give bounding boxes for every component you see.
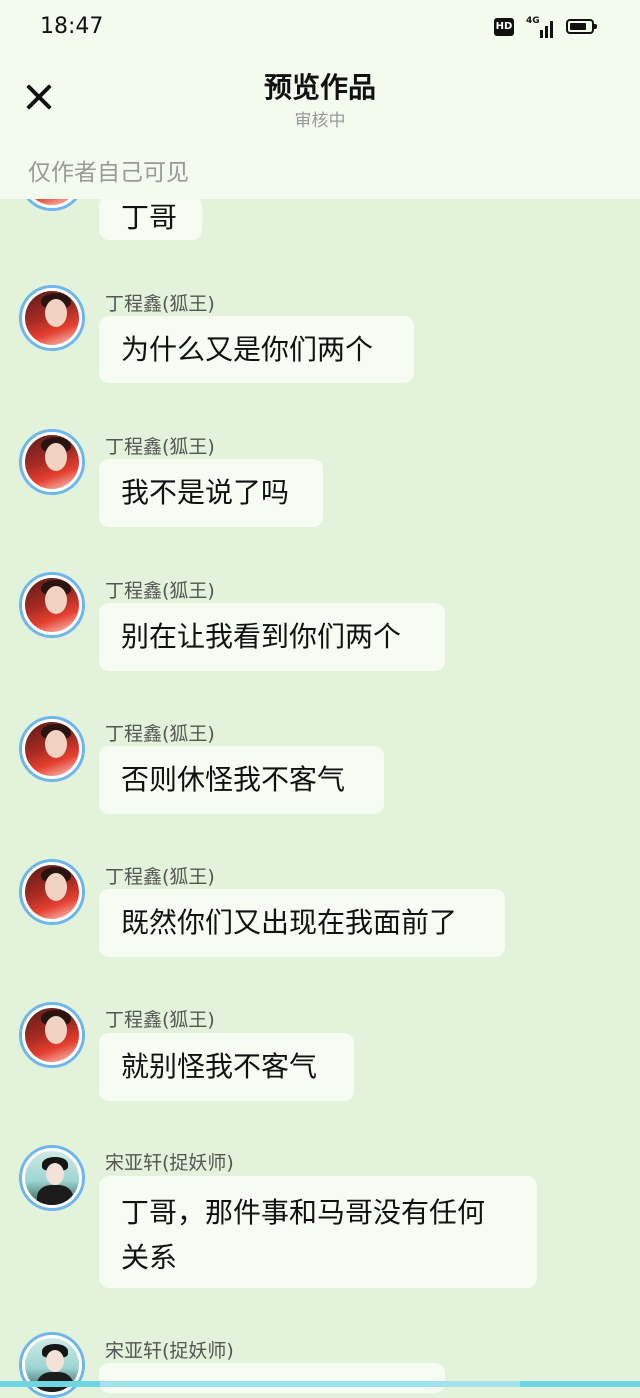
- sender-name: 丁程鑫(狐王): [105, 580, 215, 602]
- avatar[interactable]: [19, 429, 85, 495]
- sender-name: 丁程鑫(狐王): [105, 1009, 215, 1031]
- message-bubble[interactable]: [99, 1363, 445, 1393]
- sender-name: 宋亚轩(捉妖师): [105, 1340, 234, 1362]
- message-bubble[interactable]: 我不是说了吗: [99, 459, 323, 527]
- sender-name: 丁程鑫(狐王): [105, 723, 215, 745]
- message-bubble[interactable]: 丁哥: [99, 196, 202, 240]
- avatar[interactable]: [19, 1145, 85, 1211]
- avatar[interactable]: [19, 716, 85, 782]
- sender-name: 丁程鑫(狐王): [105, 436, 215, 458]
- sender-name: 丁程鑫(狐王): [105, 293, 215, 315]
- message-bubble[interactable]: 否则休怪我不客气: [99, 746, 384, 814]
- signal-icon: 4G: [526, 16, 556, 38]
- avatar[interactable]: [19, 285, 85, 351]
- avatar[interactable]: [19, 572, 85, 638]
- header: 预览作品 审核中 仅作者自己可见: [0, 56, 640, 199]
- message-bubble[interactable]: 为什么又是你们两个: [99, 316, 414, 383]
- page-title: 预览作品: [263, 71, 376, 104]
- sender-name: 丁程鑫(狐王): [105, 866, 215, 888]
- battery-level: [570, 23, 586, 30]
- bottom-indicator: [0, 1381, 640, 1387]
- sender-name: 宋亚轩(捉妖师): [105, 1152, 234, 1174]
- avatar[interactable]: [19, 1002, 85, 1068]
- message-bubble[interactable]: 别在让我看到你们两个: [99, 603, 445, 671]
- battery-icon: [566, 19, 597, 34]
- avatar[interactable]: [19, 859, 85, 925]
- message-line: 关系: [121, 1241, 178, 1274]
- status-time: 18:47: [40, 14, 104, 39]
- hd-icon: HD: [494, 18, 514, 36]
- message-line: 丁哥，那件事和马哥没有任何: [121, 1196, 486, 1229]
- message-bubble[interactable]: 既然你们又出现在我面前了: [99, 889, 505, 957]
- review-status: 审核中: [294, 111, 346, 131]
- chat-area[interactable]: 丁哥 丁程鑫(狐王) 为什么又是你们两个 丁程鑫(狐王) 我不是说了吗 丁程鑫(…: [0, 0, 640, 1398]
- avatar[interactable]: [19, 1332, 85, 1398]
- status-bar: 18:47 HD 4G: [0, 0, 640, 56]
- network-type-label: 4G: [526, 16, 540, 26]
- visibility-note: 仅作者自己可见: [28, 160, 189, 186]
- message-bubble[interactable]: 就别怪我不客气: [99, 1033, 354, 1101]
- message-bubble[interactable]: 丁哥，那件事和马哥没有任何 关系: [99, 1176, 537, 1288]
